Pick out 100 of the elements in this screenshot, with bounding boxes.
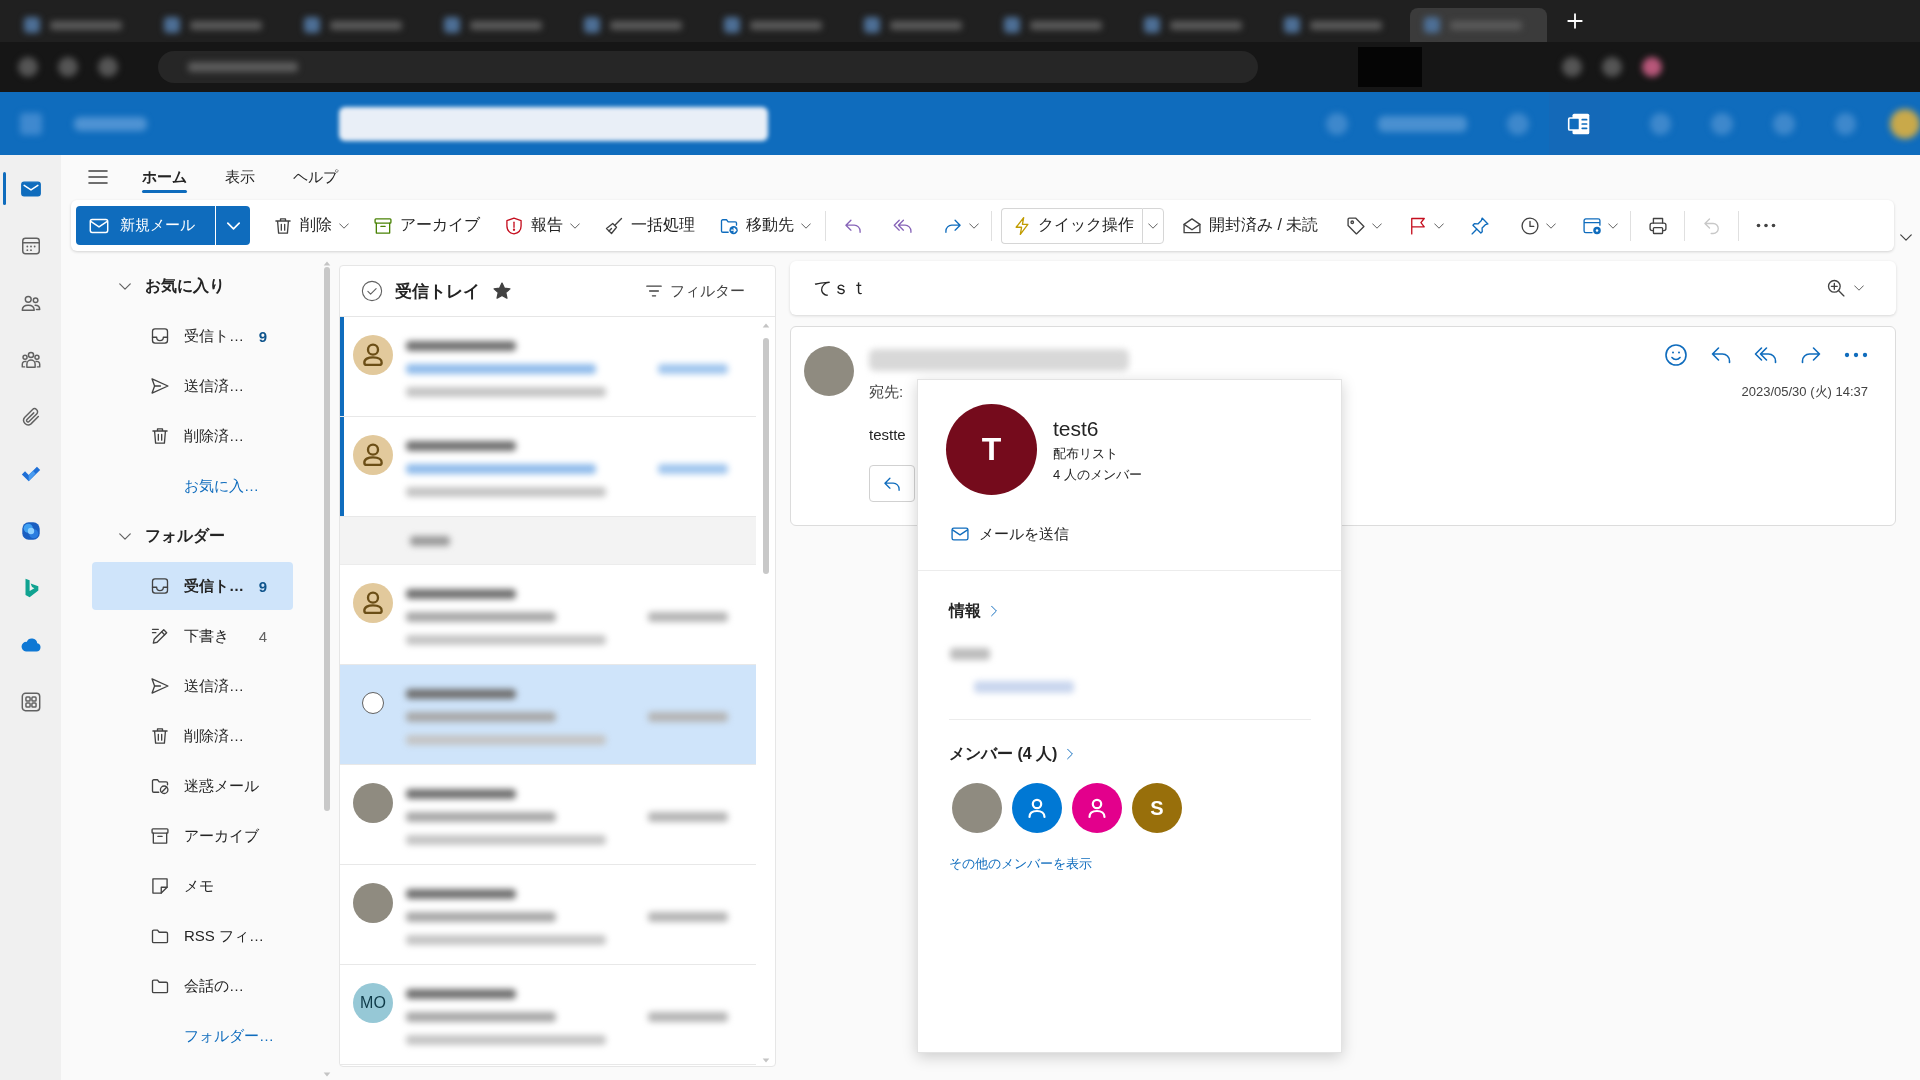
- blurred-icon[interactable]: [1562, 57, 1582, 77]
- sticky-note-icon: [150, 876, 170, 896]
- apps-grid-icon: [19, 690, 42, 713]
- scroll-down-icon[interactable]: [322, 1072, 331, 1077]
- show-more-link[interactable]: お気に入…: [71, 461, 322, 511]
- caret-icon: [570, 222, 580, 229]
- ribbon-tab[interactable]: ホーム: [136, 157, 193, 197]
- paper-plane-icon: [150, 676, 170, 696]
- reply-button[interactable]: [869, 465, 915, 502]
- search-field[interactable]: [338, 106, 769, 141]
- select-checkbox[interactable]: [362, 692, 384, 714]
- caret-icon: [339, 222, 349, 229]
- folder-section-header[interactable]: フォルダー: [71, 511, 322, 561]
- filter-icon: [646, 285, 662, 297]
- folder-item[interactable]: 削除済…: [92, 712, 293, 760]
- browser-tab[interactable]: [1410, 8, 1547, 42]
- filter-button[interactable]: フィルター: [646, 281, 745, 301]
- report-button[interactable]: 報告: [498, 207, 586, 244]
- caret-icon: [1608, 222, 1619, 229]
- archive-button[interactable]: アーカイブ: [367, 207, 486, 244]
- ribbon-tab[interactable]: ヘルプ: [287, 157, 344, 197]
- menu-icon: [88, 170, 108, 184]
- member-avatar[interactable]: [1072, 783, 1122, 833]
- scroll-down-icon[interactable]: [761, 1058, 770, 1063]
- paper-plane-icon: [150, 376, 170, 396]
- item-count: 9: [258, 577, 267, 595]
- show-more-link[interactable]: フォルダー…: [71, 1011, 322, 1061]
- send-mail-link[interactable]: メールを送信: [950, 524, 1069, 544]
- member-count: 4 人のメンバー: [1053, 465, 1142, 484]
- to-label: 宛先:: [869, 382, 904, 402]
- message-subject: てｓｔ: [814, 277, 868, 300]
- profile-photo-placeholder[interactable]: [1890, 108, 1920, 139]
- message-row[interactable]: [340, 665, 756, 765]
- caret-icon: [226, 221, 240, 230]
- folder-item[interactable]: 受信ト… 9: [92, 312, 293, 360]
- star-icon[interactable]: [492, 281, 512, 301]
- ribbon-tab[interactable]: 表示: [219, 157, 261, 197]
- folder-section-header[interactable]: お気に入り: [71, 261, 322, 311]
- scroll-up-icon[interactable]: [322, 261, 331, 266]
- blurred-text: [410, 535, 450, 546]
- caret-icon: [1148, 222, 1158, 229]
- trash-icon: [150, 426, 170, 446]
- inbox-tray-icon: [150, 326, 170, 346]
- plus-icon[interactable]: [1566, 12, 1584, 30]
- read-unread-button[interactable]: 開封済み / 未読: [1176, 207, 1325, 244]
- message-row[interactable]: [340, 417, 756, 517]
- move-button[interactable]: 移動先: [713, 207, 817, 244]
- folder-title: 受信トレイ: [395, 280, 480, 303]
- inbox-tray-icon: [150, 576, 170, 596]
- contact-name: test6: [1053, 415, 1100, 442]
- quick-steps-button[interactable]: クイック操作: [1001, 207, 1142, 244]
- folder-item[interactable]: アーカイブ: [92, 812, 293, 860]
- folder-item[interactable]: RSS フィ…: [92, 912, 293, 960]
- show-more-members-link[interactable]: その他のメンバーを表示: [949, 856, 1092, 872]
- message-date: 2023/05/30 (火) 14:37: [1741, 383, 1868, 401]
- caret-icon: [801, 222, 811, 229]
- scrollbar-thumb[interactable]: [762, 338, 769, 574]
- zoom-button[interactable]: [1826, 278, 1864, 298]
- smiley-icon[interactable]: [1664, 343, 1688, 367]
- photo-placeholder: [804, 346, 854, 396]
- scrollbar-thumb[interactable]: [323, 267, 330, 811]
- member-avatar[interactable]: [1012, 783, 1062, 833]
- folder-item[interactable]: 送信済…: [92, 662, 293, 710]
- folder-ban-icon: [150, 776, 170, 796]
- blurred-icon[interactable]: [1642, 57, 1662, 77]
- folder-item[interactable]: 削除済…: [92, 412, 293, 460]
- address-field[interactable]: [158, 51, 1258, 83]
- folder-item[interactable]: メモ: [92, 862, 293, 910]
- message-row[interactable]: [340, 317, 756, 417]
- blurred-icon[interactable]: [58, 57, 78, 77]
- caret-icon: [1546, 222, 1557, 229]
- blurred-icon[interactable]: [1602, 57, 1622, 77]
- caret-icon: [119, 282, 131, 290]
- blurred-icon[interactable]: [98, 57, 118, 77]
- caret-icon: [1854, 285, 1864, 291]
- folder-item[interactable]: 下書き 4: [92, 612, 293, 660]
- caret-icon: [991, 605, 997, 617]
- folder-item[interactable]: 送信済…: [92, 362, 293, 410]
- caret-icon: [1067, 748, 1074, 760]
- info-heading-link[interactable]: 情報: [949, 600, 997, 622]
- caret-icon: [969, 222, 979, 229]
- quick-steps-options-button[interactable]: [1142, 207, 1164, 244]
- initials-avatar: MO: [353, 983, 393, 1023]
- caret-icon: [1434, 222, 1445, 229]
- new-mail-button[interactable]: 新規メール: [76, 206, 215, 245]
- more-icon[interactable]: [1844, 352, 1868, 358]
- members-heading-link[interactable]: メンバー (4 人): [949, 743, 1074, 765]
- member-avatar[interactable]: S: [1132, 783, 1182, 833]
- pencil-icon: [150, 626, 170, 646]
- new-mail-options-button[interactable]: [216, 206, 250, 245]
- folder-item[interactable]: 受信ト… 9: [92, 562, 293, 610]
- blurred-icon[interactable]: [18, 57, 38, 77]
- delete-button[interactable]: 削除: [267, 207, 355, 244]
- check-circle-icon[interactable]: [361, 280, 383, 302]
- folder-item[interactable]: 迷惑メール: [92, 762, 293, 810]
- sweep-button[interactable]: 一括処理: [598, 207, 701, 244]
- photo-placeholder[interactable]: [952, 783, 1002, 833]
- scroll-up-icon[interactable]: [761, 323, 770, 328]
- blurred-text: [950, 648, 990, 660]
- folder-item[interactable]: 会話の…: [92, 962, 293, 1010]
